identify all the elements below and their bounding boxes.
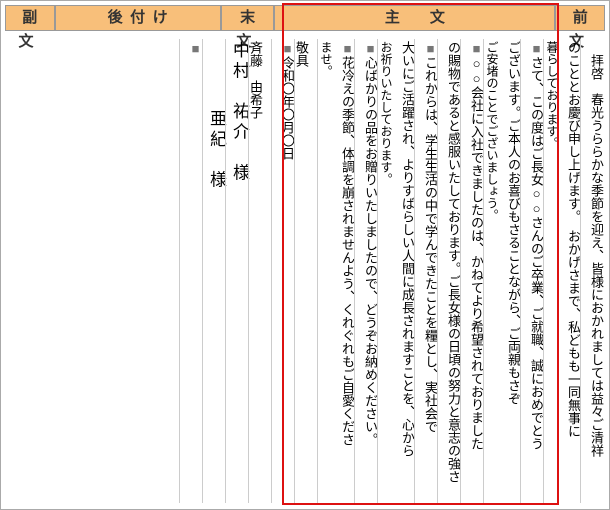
line-7: ■○○会社に入社できましたのは、かねてより希望されておりました xyxy=(461,39,483,503)
date-text: 令和〇年〇月〇日 xyxy=(280,56,295,160)
bullet-icon: ■ xyxy=(469,41,484,56)
line-8: の賜物であると感服いたしております。ご長女様の日頃の努力と意志の強さ xyxy=(438,39,460,503)
header-fukubun: 副文 xyxy=(5,5,55,31)
section-headers: 副文 後付け 末文 主 文 前 文 xyxy=(5,5,605,31)
line-5: ございます。ご本人のお喜びもさることながら、ご両親もさぞ xyxy=(498,39,520,503)
line-1: 拝啓 春光うららかな季節を迎え、皆様におかれましては益々ご清祥 xyxy=(581,39,603,503)
bullet-icon: ■ xyxy=(363,41,378,56)
recipient-name-2: 亜紀 様 xyxy=(203,39,225,503)
line-12-text: 心ばかりの品をお贈りいたしましたので、どうぞお納めください。 xyxy=(363,56,378,446)
line-6: ご安堵のことでございましょう。 xyxy=(484,39,498,503)
line-9: ■これからは、学生生活の中で学んできたことを糧とし、実社会で xyxy=(415,39,437,503)
date-line: ■令和〇年〇月〇日 xyxy=(272,39,294,503)
line-3: 暮らしております。 xyxy=(544,39,558,503)
line-10: 大いにご活躍され、よりすばらしい人間に成長されますことを、心から xyxy=(392,39,414,503)
bullet-icon: ■ xyxy=(280,41,295,56)
line-9-text: これからは、学生生活の中で学んできたことを糧とし、実社会で xyxy=(423,56,438,433)
line-7-text: ○○会社に入社できましたのは、かねてより希望されておりました xyxy=(469,56,484,450)
bullet-icon: ■ xyxy=(423,41,438,56)
line-4-text: さて、この度はご長女○○さんのご卒業、ご就職、誠におめでとう xyxy=(529,56,544,450)
bullet-icon: ■ xyxy=(340,41,355,56)
line-13-text: 花冷えの季節、体調を崩されませんよう、くれぐれもご自愛くださ xyxy=(340,56,355,446)
header-atozuke: 後付け xyxy=(55,5,221,31)
letter-body: 拝啓 春光うららかな季節を迎え、皆様におかれましては益々ご清祥 のこととお慶び申… xyxy=(1,35,609,509)
bullet-icon: ■ xyxy=(529,41,544,56)
line-13: ■花冷えの季節、体調を崩されませんよう、くれぐれもご自愛くださ xyxy=(332,39,354,503)
header-matsubun: 末文 xyxy=(221,5,274,31)
fukubun-marker: ■ xyxy=(180,39,202,503)
empty-col xyxy=(165,39,179,503)
sender-name: 斉藤 由希子 xyxy=(249,39,271,503)
line-4: ■さて、この度はご長女○○さんのご卒業、ご就職、誠におめでとう xyxy=(521,39,543,503)
header-zenbun: 前 文 xyxy=(555,5,605,31)
line-14: ませ。 xyxy=(318,39,332,503)
bullet-icon: ■ xyxy=(188,41,203,56)
line-2: のこととお慶び申し上げます。 おかげさまで、私どもも一同無事に xyxy=(558,39,580,503)
closing-word: 敬具 xyxy=(295,39,317,503)
recipient-name-1: 中村 祐介 様 xyxy=(226,39,248,503)
header-shubun: 主 文 xyxy=(274,5,555,31)
line-12: ■心ばかりの品をお贈りいたしましたので、どうぞお納めください。 xyxy=(355,39,377,503)
line-11: お祈りいたしております。 xyxy=(378,39,392,503)
